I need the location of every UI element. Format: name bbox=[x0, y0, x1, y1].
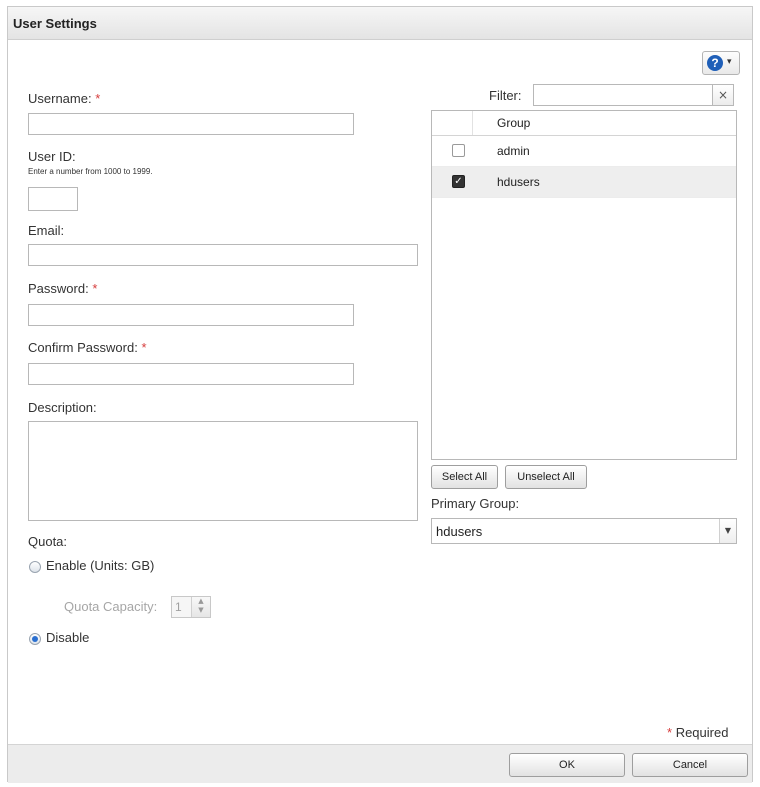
dialog-titlebar: User Settings bbox=[8, 7, 752, 40]
email-label: Email: bbox=[28, 223, 65, 238]
group-column-header[interactable]: Group bbox=[497, 116, 530, 130]
unselect-all-button[interactable]: Unselect All bbox=[505, 465, 587, 489]
user-id-field[interactable] bbox=[28, 187, 78, 211]
ok-button[interactable]: OK bbox=[509, 753, 625, 777]
confirm-password-field[interactable] bbox=[28, 363, 354, 385]
required-mark: * bbox=[141, 340, 147, 355]
description-label: Description: bbox=[28, 400, 97, 415]
help-button[interactable]: ? ▾ bbox=[702, 51, 740, 75]
quota-disable-label: Disable bbox=[46, 630, 90, 645]
group-row-hdusers[interactable]: ✓ hdusers bbox=[432, 167, 736, 198]
cancel-button[interactable]: Cancel bbox=[632, 753, 748, 777]
select-all-button[interactable]: Select All bbox=[431, 465, 498, 489]
quota-capacity-value: 1 bbox=[175, 600, 182, 614]
primary-group-value: hdusers bbox=[436, 524, 483, 539]
clear-filter-button[interactable]: × bbox=[712, 84, 734, 106]
quota-disable-radio[interactable] bbox=[29, 633, 41, 645]
chevron-down-icon: ▾ bbox=[727, 57, 732, 67]
group-row-admin[interactable]: admin bbox=[432, 136, 736, 167]
required-mark: * bbox=[92, 281, 98, 296]
filter-input[interactable] bbox=[533, 84, 713, 106]
quota-enable-radio[interactable] bbox=[29, 561, 41, 573]
required-note: * Required bbox=[667, 725, 729, 740]
user-id-label: User ID: bbox=[28, 149, 76, 164]
username-label: Username: * bbox=[28, 91, 101, 106]
stepper-arrows-icon[interactable]: ▲ ▼ bbox=[191, 597, 210, 617]
quota-enable-label: Enable (Units: GB) bbox=[46, 558, 155, 573]
question-icon: ? bbox=[707, 55, 723, 71]
user-id-hint: Enter a number from 1000 to 1999. bbox=[28, 167, 153, 176]
quota-label: Quota: bbox=[28, 534, 68, 549]
primary-group-label: Primary Group: bbox=[431, 496, 520, 511]
description-textarea[interactable] bbox=[28, 421, 418, 521]
confirm-password-label: Confirm Password: * bbox=[28, 340, 147, 355]
group-name: hdusers bbox=[497, 175, 540, 189]
chevron-down-icon[interactable]: ▼ bbox=[719, 519, 736, 543]
password-field[interactable] bbox=[28, 304, 354, 326]
quota-capacity-label: Quota Capacity: bbox=[64, 599, 158, 614]
username-field[interactable] bbox=[28, 113, 354, 135]
user-settings-dialog: User Settings ? ▾ Username: * User ID: E… bbox=[7, 6, 753, 783]
required-mark: * bbox=[95, 91, 101, 106]
dialog-title: User Settings bbox=[13, 16, 97, 31]
hdusers-checkbox[interactable]: ✓ bbox=[452, 175, 465, 188]
required-mark: * bbox=[667, 725, 673, 740]
group-grid-header: Group bbox=[432, 111, 736, 136]
dialog-footer: OK Cancel bbox=[8, 744, 752, 783]
quota-capacity-stepper[interactable]: 1 ▲ ▼ bbox=[171, 596, 211, 618]
primary-group-select[interactable]: hdusers ▼ bbox=[431, 518, 737, 544]
filter-label: Filter: bbox=[489, 88, 522, 103]
password-label: Password: * bbox=[28, 281, 98, 296]
admin-checkbox[interactable] bbox=[452, 144, 465, 157]
email-field[interactable] bbox=[28, 244, 418, 266]
group-name: admin bbox=[497, 144, 530, 158]
group-grid: Group admin ✓ hdusers bbox=[431, 110, 737, 460]
